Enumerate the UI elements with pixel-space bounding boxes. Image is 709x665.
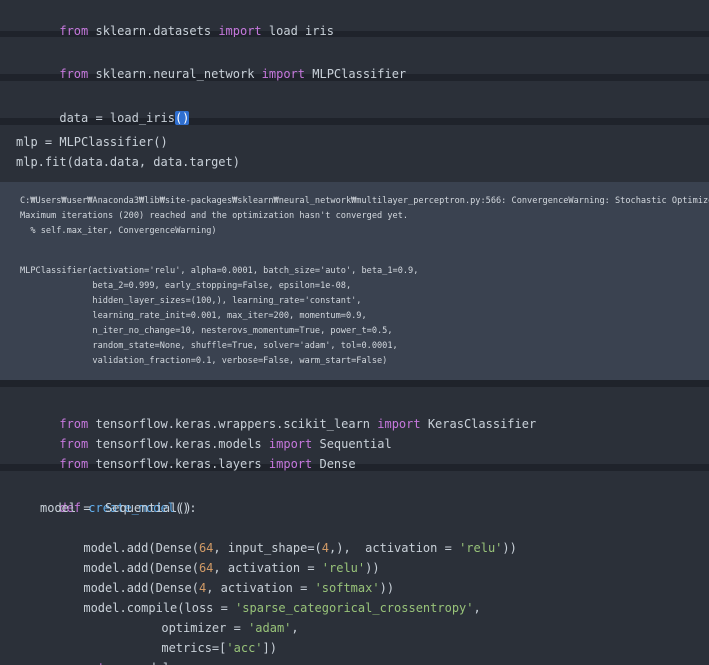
code-text: ]): [262, 641, 277, 655]
string-literal: 'acc': [226, 641, 263, 655]
code-cell-4[interactable]: mlp = MLPClassifier() mlp.fit(data.data,…: [0, 125, 709, 182]
warning-line: % self.max_iter, ConvergenceWarning): [20, 226, 217, 236]
code-cell-1[interactable]: from sklearn.datasets import load_iris: [0, 0, 709, 38]
code-cell-6[interactable]: def create_model(): model = Sequential()…: [0, 471, 709, 665]
code-text: tensorflow.keras.layers: [88, 457, 269, 471]
warning-line: C:₩Users₩user₩Anaconda3₩lib₩site-package…: [20, 196, 709, 206]
warning-line: Maximum iterations (200) reached and the…: [20, 211, 409, 221]
result-line: learning_rate_init=0.001, max_iter=200, …: [20, 311, 367, 321]
result-line: MLPClassifier(activation='relu', alpha=0…: [20, 266, 419, 276]
code-text: ,: [473, 601, 481, 615]
notebook: from sklearn.datasets import load_iris f…: [0, 0, 709, 665]
code-line: model = Sequential(): [40, 501, 192, 515]
result-line: hidden_layer_sizes=(100,), learning_rate…: [20, 296, 362, 306]
keyword: from: [59, 67, 89, 81]
output-cell-4: C:₩Users₩user₩Anaconda3₩lib₩site-package…: [0, 182, 709, 380]
result-line: validation_fraction=0.1, verbose=False, …: [20, 356, 388, 366]
code-text: sklearn.datasets: [88, 24, 219, 38]
code-text: ,: [291, 621, 299, 635]
keyword: import: [218, 24, 262, 38]
code-text: data = load_iris: [59, 111, 175, 125]
keyword: import: [261, 67, 306, 81]
code-text: )): [502, 541, 517, 555]
code-text: load_iris: [261, 24, 334, 38]
code-text: MLPClassifier: [305, 67, 407, 81]
code-line: mlp = MLPClassifier(): [16, 135, 168, 149]
keyword: from: [59, 457, 89, 471]
code-cell-5[interactable]: from tensorflow.keras.wrappers.scikit_le…: [0, 387, 709, 471]
code-text: Dense: [312, 457, 356, 471]
result-line: n_iter_no_change=10, nesterovs_momentum=…: [20, 326, 393, 336]
keyword: from: [59, 24, 89, 38]
result-line: beta_2=0.999, early_stopping=False, epsi…: [20, 281, 352, 291]
keyword: import: [268, 457, 313, 471]
code-text: metrics=[: [161, 641, 227, 655]
code-text: KerasClassifier: [420, 417, 537, 431]
string-literal: 'relu': [459, 541, 503, 555]
code-line: mlp.fit(data.data, data.target): [16, 155, 240, 169]
code-cell-2[interactable]: from sklearn.neural_network import MLPCl…: [0, 37, 709, 81]
code-line: return model: [40, 638, 170, 665]
code-cell-3[interactable]: data = load_iris(): [0, 81, 709, 125]
code-text: sklearn.neural_network: [88, 67, 262, 81]
result-line: random_state=None, shuffle=True, solver=…: [20, 341, 398, 351]
keyword: return: [83, 661, 126, 665]
code-text: model: [127, 661, 170, 665]
text-cursor-selection[interactable]: (): [174, 111, 190, 125]
